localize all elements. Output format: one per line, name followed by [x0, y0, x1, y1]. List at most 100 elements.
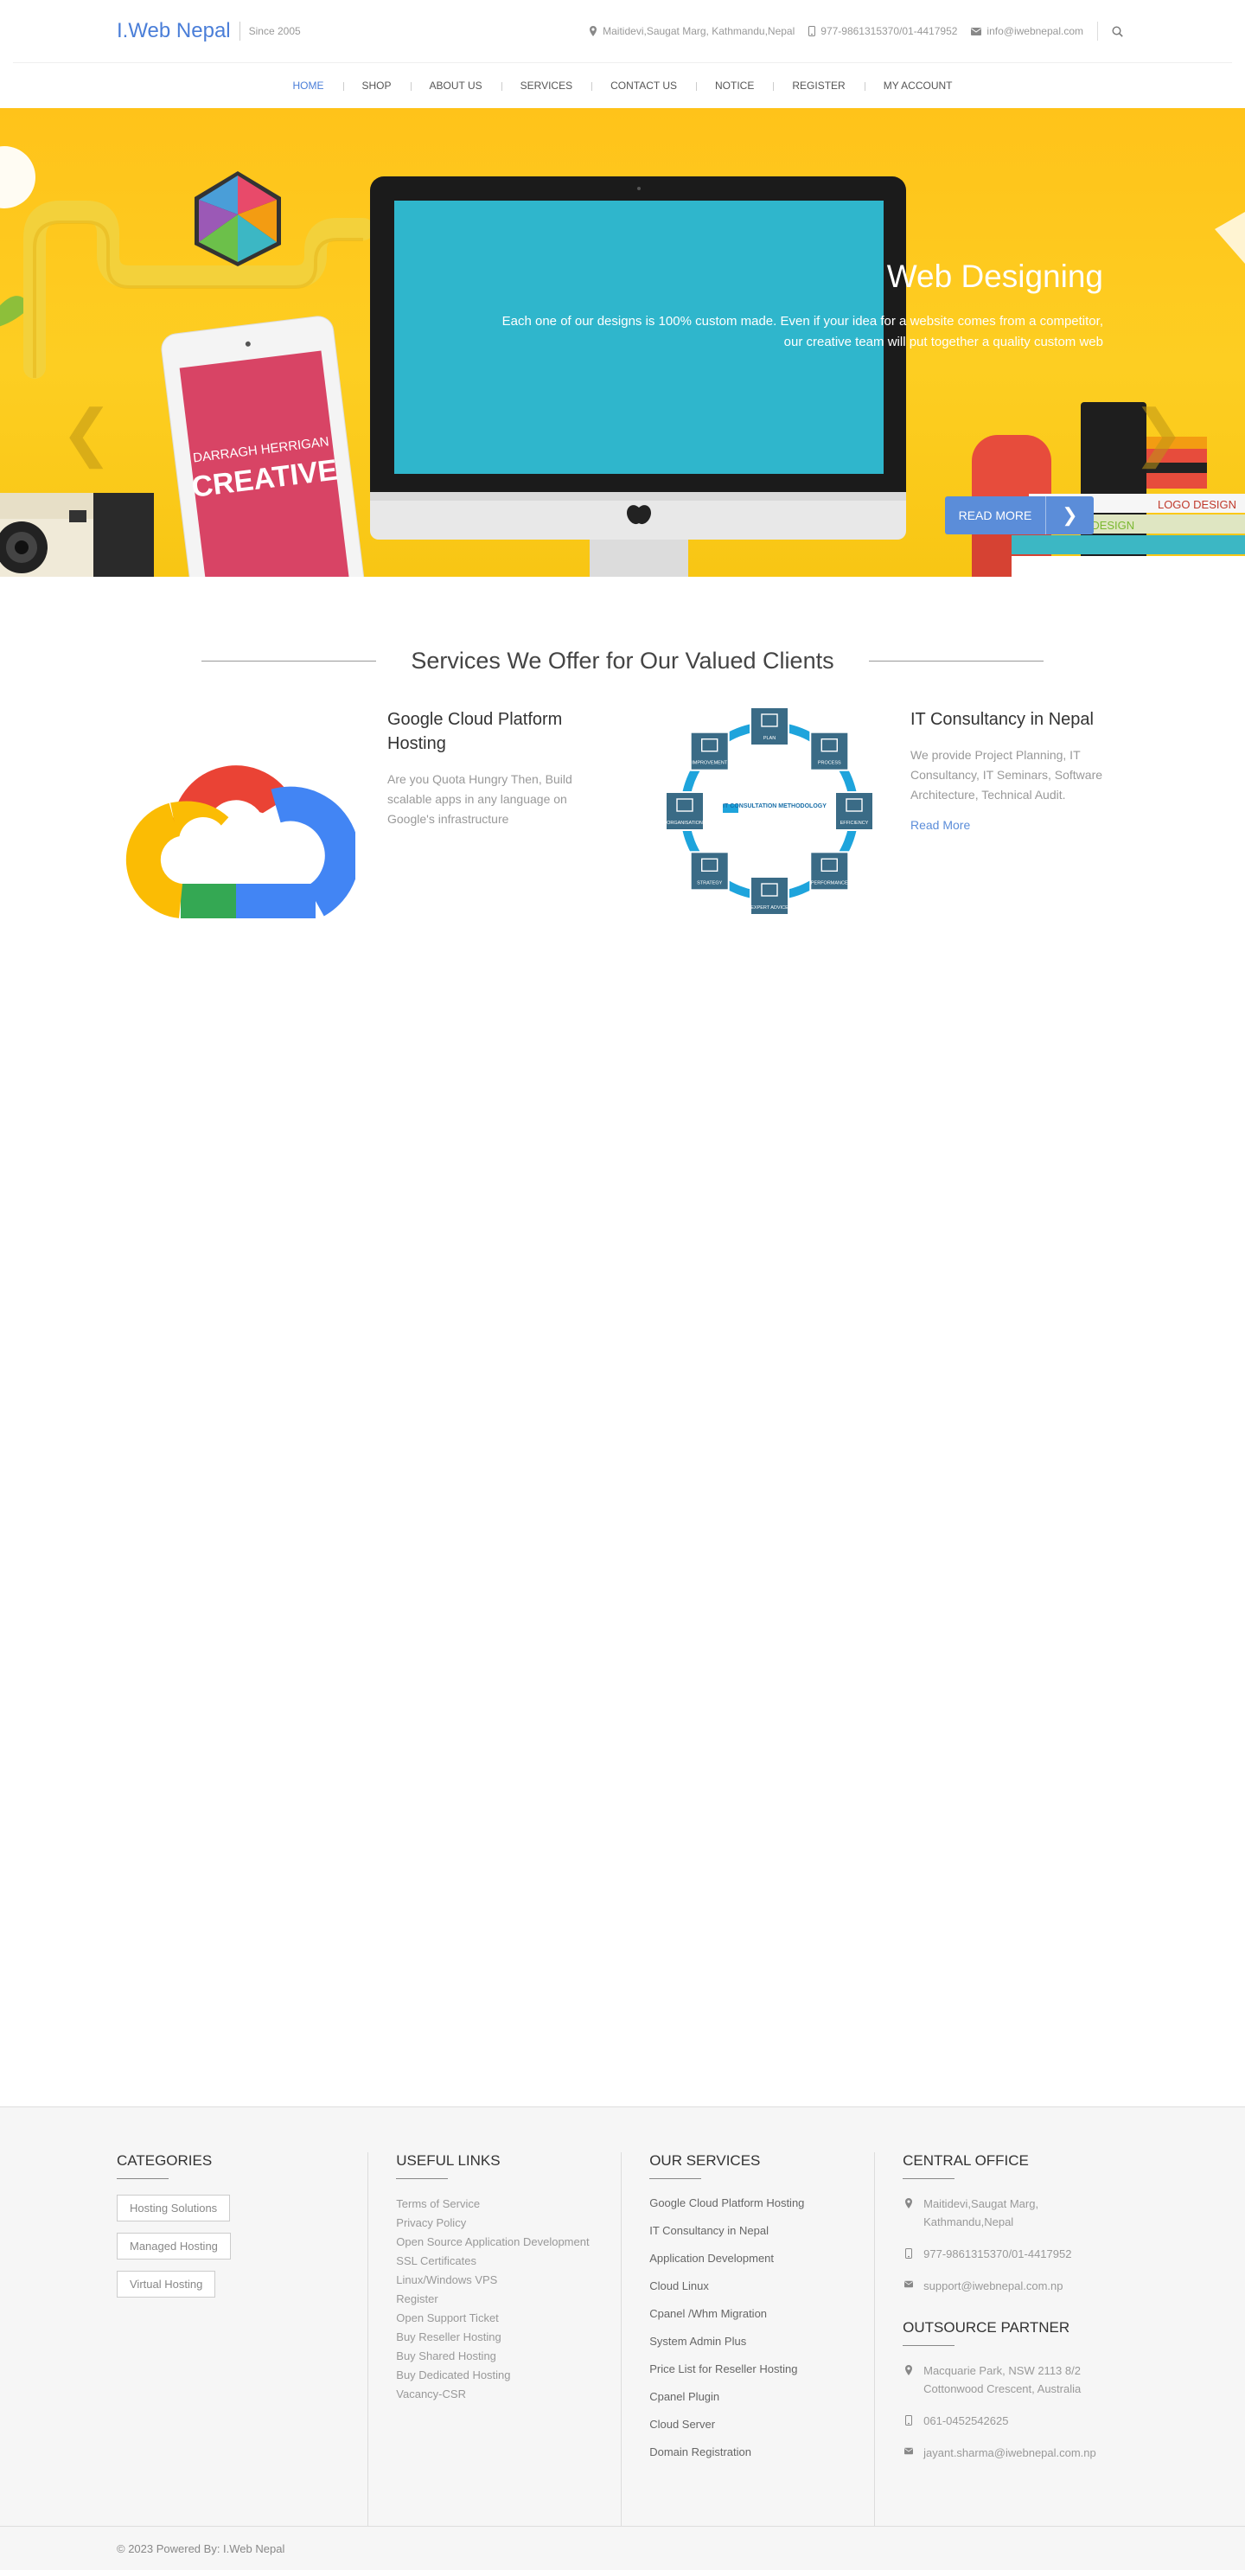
- footer-link[interactable]: SSL Certificates: [396, 2252, 621, 2271]
- service-title-gcp[interactable]: Google Cloud Platform Hosting: [387, 707, 586, 756]
- footer-service-link[interactable]: Google Cloud Platform Hosting: [649, 2189, 874, 2217]
- site-logo[interactable]: I.Web Nepal: [117, 19, 231, 43]
- footer-service-link[interactable]: IT Consultancy in Nepal: [649, 2217, 874, 2245]
- footer-bottom-bar: © 2023 Powered By: I.Web Nepal: [0, 2526, 1245, 2570]
- footer-service-link[interactable]: Cpanel /Whm Migration: [649, 2300, 874, 2328]
- services-section: Services We Offer for Our Valued Clients…: [0, 577, 1245, 2106]
- nav-shop[interactable]: SHOP: [342, 80, 411, 92]
- search-icon: [1112, 25, 1123, 37]
- chevron-right-icon: ❯: [1045, 496, 1094, 534]
- diagram-node: EXPERT ADVICE: [750, 876, 789, 915]
- title-underline: [903, 2345, 955, 2346]
- diagram-node-label: ORGANISATION: [667, 821, 703, 826]
- service-title-it[interactable]: IT Consultancy in Nepal: [910, 707, 1127, 732]
- footer-link[interactable]: Buy Dedicated Hosting: [396, 2366, 621, 2385]
- title-underline: [396, 2178, 449, 2179]
- footer-link[interactable]: Privacy Policy: [396, 2214, 621, 2233]
- footer-link[interactable]: Register: [396, 2290, 621, 2309]
- footer-link[interactable]: Buy Reseller Hosting: [396, 2328, 621, 2347]
- diagram-node-label: EXPERT ADVICE: [750, 905, 788, 911]
- footer-office-title: CENTRAL OFFICE: [903, 2152, 1029, 2169]
- nav-home[interactable]: HOME: [274, 80, 343, 92]
- title-underline: [117, 2178, 169, 2179]
- category-tag[interactable]: Hosting Solutions: [117, 2195, 231, 2221]
- diagram-node: STRATEGY: [689, 851, 730, 892]
- tablet-graphic: DARRAGH HERRIGAN CREATIVE: [161, 316, 367, 577]
- diagram-node-label: PLAN: [763, 736, 776, 741]
- footer-service-link[interactable]: Price List for Reseller Hosting: [649, 2355, 874, 2383]
- footer-our-services: OUR SERVICES Google Cloud Platform Hosti…: [622, 2152, 876, 2527]
- nav-services[interactable]: SERVICES: [501, 80, 591, 92]
- mobile-phone-icon: [905, 2415, 913, 2426]
- footer-service-link[interactable]: Cloud Linux: [649, 2272, 874, 2300]
- envelope-icon: [904, 2447, 914, 2455]
- nav-contact-us[interactable]: CONTACT US: [591, 80, 696, 92]
- service-text-gcp: Are you Quota Hungry Then, Build scalabl…: [387, 772, 572, 826]
- header-phone-text: 977-9861315370/01-4417952: [820, 25, 958, 37]
- footer-link[interactable]: Linux/Windows VPS: [396, 2271, 621, 2290]
- diagram-node: IMPROVEMENT: [689, 731, 730, 771]
- footer-service-link[interactable]: Cpanel Plugin: [649, 2383, 874, 2411]
- hero-description: Each one of our designs is 100% custom m…: [501, 314, 1103, 349]
- useful-links-list: Terms of Service Privacy Policy Open Sou…: [396, 2195, 621, 2404]
- slider-next-arrow[interactable]: ❯: [1133, 402, 1184, 464]
- svg-text:LOGO DESIGN: LOGO DESIGN: [1158, 498, 1236, 511]
- location-pin-icon: [590, 26, 597, 36]
- slider-prev-arrow[interactable]: ❮: [61, 402, 112, 464]
- heading-line-left: [201, 661, 377, 662]
- camera-graphic: [0, 493, 154, 577]
- nav-about-us[interactable]: ABOUT US: [410, 80, 501, 92]
- service-read-more-link[interactable]: Read More: [910, 818, 970, 832]
- diagram-node-label: STRATEGY: [697, 880, 723, 885]
- since-text: Since 2005: [248, 25, 301, 37]
- office-address: Maitidevi,Saugat Marg, Kathmandu,Nepal: [903, 2195, 1128, 2231]
- title-underline: [649, 2178, 702, 2179]
- diagram-node: PERFORMANCE: [809, 851, 850, 892]
- footer-services-title: OUR SERVICES: [649, 2152, 761, 2169]
- header-contacts: Maitidevi,Saugat Marg, Kathmandu,Nepal 9…: [575, 21, 1128, 42]
- nav-my-account[interactable]: MY ACCOUNT: [864, 80, 972, 92]
- partner-email-text: jayant.sharma@iwebnepal.com.np: [923, 2446, 1096, 2459]
- imac-graphic: [370, 176, 906, 577]
- category-tag-list: Hosting Solutions Managed Hosting Virtua…: [117, 2195, 367, 2309]
- footer-categories-title: CATEGORIES: [117, 2152, 213, 2169]
- service-cards: Google Cloud Platform Hosting Are you Qu…: [117, 707, 1128, 1019]
- footer-service-link[interactable]: System Admin Plus: [649, 2328, 874, 2355]
- footer-service-link[interactable]: Cloud Server: [649, 2411, 874, 2439]
- nav-notice[interactable]: NOTICE: [696, 80, 773, 92]
- office-email-text: support@iwebnepal.com.np: [923, 2279, 1063, 2292]
- partner-email[interactable]: jayant.sharma@iwebnepal.com.np: [903, 2444, 1128, 2462]
- diagram-node: PLAN: [750, 707, 789, 746]
- diagram-node-label: PERFORMANCE: [811, 880, 848, 885]
- partner-address-text: Macquarie Park, NSW 2113 8/2 Cottonwood …: [923, 2364, 1082, 2395]
- footer-columns: CATEGORIES Hosting Solutions Managed Hos…: [117, 2107, 1128, 2527]
- logo-divider: [239, 22, 240, 41]
- category-tag[interactable]: Managed Hosting: [117, 2233, 231, 2260]
- category-tag[interactable]: Virtual Hosting: [117, 2271, 216, 2298]
- envelope-icon: [904, 2280, 914, 2288]
- footer-link[interactable]: Buy Shared Hosting: [396, 2347, 621, 2366]
- footer-service-link[interactable]: Domain Registration: [649, 2439, 874, 2466]
- diagram-node-label: EFFICIENCY: [840, 821, 869, 826]
- office-address-text: Maitidevi,Saugat Marg, Kathmandu,Nepal: [923, 2197, 1039, 2228]
- services-heading-row: Services We Offer for Our Valued Clients: [0, 577, 1245, 674]
- hero-read-more-button[interactable]: READ MORE ❯: [945, 496, 1094, 534]
- title-underline: [903, 2178, 955, 2179]
- nav-register[interactable]: REGISTER: [773, 80, 864, 92]
- office-phone: 977-9861315370/01-4417952: [903, 2245, 1128, 2263]
- header-phone: 977-9861315370/01-4417952: [808, 25, 957, 37]
- footer-service-link[interactable]: Application Development: [649, 2245, 874, 2272]
- footer-link[interactable]: Open Support Ticket: [396, 2309, 621, 2328]
- search-divider: [1097, 22, 1098, 41]
- office-email[interactable]: support@iwebnepal.com.np: [903, 2277, 1128, 2295]
- footer-link[interactable]: Terms of Service: [396, 2195, 621, 2214]
- header-email[interactable]: info@iwebnepal.com: [971, 25, 1083, 37]
- service-text-it: We provide Project Planning, IT Consulta…: [910, 748, 1103, 802]
- location-pin-icon: [905, 2198, 913, 2208]
- search-button[interactable]: [1107, 21, 1128, 42]
- footer-categories: CATEGORIES Hosting Solutions Managed Hos…: [117, 2152, 369, 2527]
- diagram-node: PROCESS: [809, 731, 850, 771]
- footer-link[interactable]: Open Source Application Development: [396, 2233, 621, 2252]
- brand: I.Web Nepal Since 2005: [117, 19, 301, 43]
- footer-link[interactable]: Vacancy-CSR: [396, 2385, 621, 2404]
